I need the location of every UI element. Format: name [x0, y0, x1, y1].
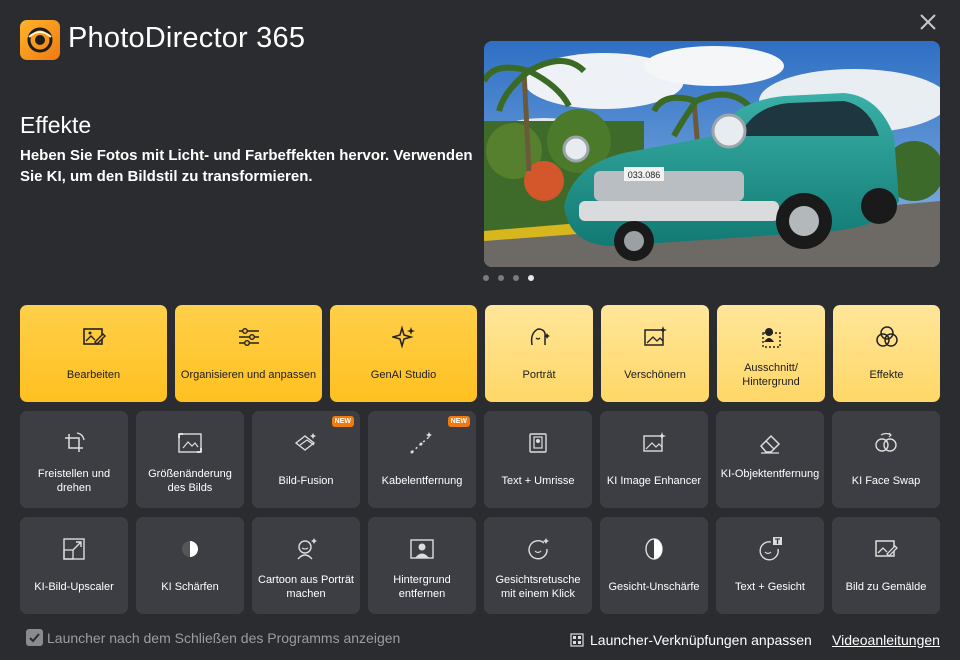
tile-cartoon-aus-portraet[interactable]: Cartoon aus Porträt machen — [252, 517, 360, 614]
app-title: PhotoDirector 365 — [68, 22, 306, 54]
tile-label: Text + Gesicht — [734, 581, 805, 593]
face-blur-icon — [641, 537, 667, 561]
cartoon-portrait-icon — [293, 537, 319, 561]
carousel-dot[interactable] — [498, 275, 504, 281]
tile-ausschnitt-hintergrund[interactable]: Ausschnitt/ Hintergrund — [717, 305, 825, 402]
tile-text-umrisse[interactable]: Text + Umrisse — [484, 411, 592, 508]
tile-ki-objektentfernung[interactable]: KI-Objektentfernung — [716, 411, 824, 508]
face-retouch-icon — [525, 537, 551, 561]
portrait-icon — [526, 325, 552, 349]
show-launcher-checkbox[interactable] — [26, 629, 43, 646]
carousel-dot[interactable] — [483, 275, 489, 281]
tile-bild-zu-gemaelde[interactable]: Bild zu Gemälde — [832, 517, 940, 614]
tile-organisieren-und-anpassen[interactable]: Organisieren und anpassen — [175, 305, 322, 402]
feature-title: Effekte — [20, 112, 92, 138]
enhance-photo-icon — [642, 325, 668, 349]
image-fusion-icon — [293, 431, 319, 455]
tile-freistellen-und-drehen[interactable]: Freistellen und drehen — [20, 411, 128, 508]
tile-label: Freistellen und drehen — [37, 468, 111, 494]
tile-label: Bild-Fusion — [278, 475, 334, 487]
tile-kabelentfernung[interactable]: NEW Kabelentfernung — [368, 411, 476, 508]
tile-label: Gesicht-Unschärfe — [608, 581, 700, 593]
sliders-icon — [236, 325, 262, 349]
tile-label: Bild zu Gemälde — [845, 581, 927, 593]
app-logo — [20, 20, 60, 60]
tile-label: KI-Bild-Upscaler — [34, 581, 114, 593]
effects-circles-icon — [874, 325, 900, 349]
license-plate: 033.086 — [628, 170, 661, 180]
tile-bearbeiten[interactable]: Bearbeiten — [20, 305, 167, 402]
new-badge: NEW — [331, 416, 354, 427]
feature-description: Heben Sie Fotos mit Licht- und Farbeffek… — [20, 147, 473, 185]
tile-label: Verschönern — [624, 369, 686, 381]
tile-label: KI-Objektentfernung — [720, 468, 820, 480]
tile-label: Ausschnitt/ Hintergrund — [742, 362, 800, 388]
tile-genai-studio[interactable]: GenAI Studio — [330, 305, 477, 402]
tile-bild-fusion[interactable]: NEW Bild-Fusion — [252, 411, 360, 508]
carousel-dots[interactable] — [483, 275, 534, 281]
face-swap-icon — [873, 431, 899, 455]
tile-label: Text + Umrisse — [501, 475, 575, 487]
tile-groessenaenderung-des-bilds[interactable]: Größenänderung des Bilds — [136, 411, 244, 508]
tile-gesicht-unschaerfe[interactable]: Gesicht-Unschärfe — [600, 517, 708, 614]
sparkles-icon — [391, 325, 417, 349]
carousel-dot-active[interactable] — [528, 275, 534, 281]
tile-ki-face-swap[interactable]: KI Face Swap — [832, 411, 940, 508]
tile-label: KI Image Enhancer — [606, 475, 702, 487]
grid-icon — [570, 633, 584, 647]
resize-image-icon — [177, 431, 203, 455]
tile-label: Kabelentfernung — [381, 475, 463, 487]
tile-text-gesicht[interactable]: Text + Gesicht — [716, 517, 824, 614]
tile-ki-schaerfen[interactable]: KI Schärfen — [136, 517, 244, 614]
tile-ki-bild-upscaler[interactable]: KI-Bild-Upscaler — [20, 517, 128, 614]
text-outline-icon — [525, 431, 551, 455]
tile-label: Gesichtsretusche mit einem Klick — [495, 574, 581, 600]
eraser-icon — [757, 431, 783, 455]
tile-label: GenAI Studio — [370, 369, 437, 381]
sharpen-icon — [177, 537, 203, 561]
tile-hintergrund-entfernen[interactable]: Hintergrund entfernen — [368, 517, 476, 614]
tile-label: KI Schärfen — [161, 581, 219, 593]
new-badge: NEW — [447, 416, 470, 427]
tile-label: Cartoon aus Porträt machen — [258, 574, 354, 600]
show-launcher-label: Launcher nach dem Schließen des Programm… — [47, 629, 401, 646]
edit-photo-icon — [81, 325, 107, 349]
carousel-dot[interactable] — [513, 275, 519, 281]
close-icon — [920, 14, 936, 30]
upscale-icon — [61, 537, 87, 561]
cutout-icon — [758, 325, 784, 349]
customize-shortcuts-button[interactable]: Launcher-Verknüpfungen anpassen — [570, 632, 812, 648]
tile-label: Hintergrund entfernen — [393, 574, 451, 600]
show-launcher-option[interactable]: Launcher nach dem Schließen des Programm… — [26, 629, 400, 646]
crop-rotate-icon — [61, 431, 87, 455]
camera-eye-icon — [27, 27, 53, 53]
tile-label: Porträt — [522, 369, 556, 381]
wire-removal-icon — [409, 431, 435, 455]
video-tutorials-link[interactable]: Videoanleitungen — [832, 632, 940, 648]
ai-enhancer-icon — [641, 431, 667, 455]
tile-gesichtsretusche[interactable]: Gesichtsretusche mit einem Klick — [484, 517, 592, 614]
tile-verschoenern[interactable]: Verschönern — [601, 305, 709, 402]
tile-label: Effekte — [869, 369, 904, 381]
tile-effekte[interactable]: Effekte — [833, 305, 940, 402]
customize-shortcuts-label: Launcher-Verknüpfungen anpassen — [590, 632, 812, 648]
tile-ki-image-enhancer[interactable]: KI Image Enhancer — [600, 411, 708, 508]
tile-label: Bearbeiten — [66, 369, 121, 381]
text-face-icon — [757, 537, 783, 561]
tile-label: Größenänderung des Bilds — [148, 468, 232, 494]
hero-image: 033.086 — [484, 41, 940, 267]
close-button[interactable] — [914, 8, 942, 36]
tile-label: KI Face Swap — [851, 475, 921, 487]
remove-background-icon — [409, 537, 435, 561]
tile-label: Organisieren und anpassen — [180, 369, 317, 381]
checkmark-icon — [29, 633, 40, 643]
photo-to-painting-icon — [873, 537, 899, 561]
tile-portraet[interactable]: Porträt — [485, 305, 593, 402]
